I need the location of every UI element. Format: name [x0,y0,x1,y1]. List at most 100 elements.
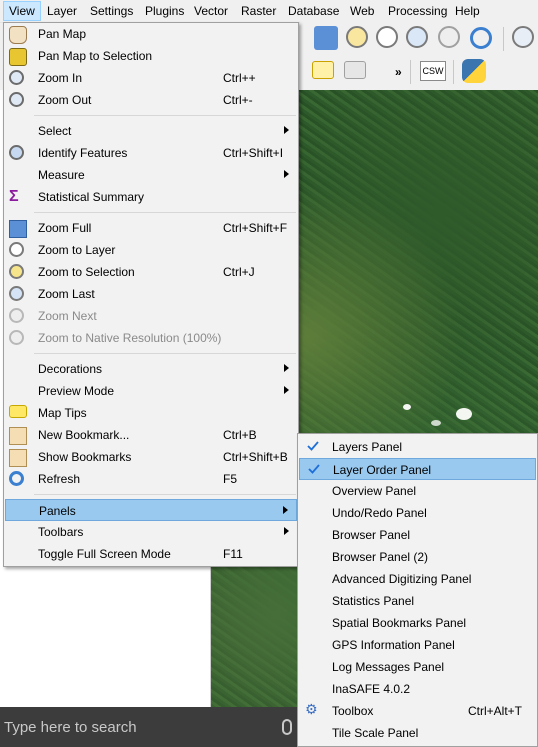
view-menu-item-label: Measure [38,168,85,182]
panels-menu-item-label: Undo/Redo Panel [332,506,427,520]
view-menu-item-select[interactable]: Select [5,120,297,142]
view-menu-item-measure[interactable]: Measure [5,164,297,186]
panels-menu-item-label: Statistics Panel [332,594,415,608]
menu-raster[interactable]: Raster [236,2,281,20]
microphone-icon[interactable] [282,719,292,735]
view-menu-item-label: Pan Map to Selection [38,49,153,63]
panels-menu-item-layers-panel[interactable]: Layers Panel [299,436,536,458]
csw-button[interactable]: CSW [420,61,446,81]
panels-menu-item-overview-panel[interactable]: Overview Panel [299,480,536,502]
menu-view[interactable]: View [3,1,41,21]
view-menu-item-statistical-summary[interactable]: Σ Statistical Summary [5,186,297,208]
view-menu-item-zoom-last[interactable]: Zoom Last [5,283,297,305]
taskbar-search[interactable]: Type here to search [0,707,300,747]
menu-layer[interactable]: Layer [42,2,82,20]
panels-menu-item-toolbox[interactable]: ⚙ Toolbox Ctrl+Alt+T [299,700,536,722]
panels-menu-item-label: InaSAFE 4.0.2 [332,682,411,696]
panels-menu-item-statistics-panel[interactable]: Statistics Panel [299,590,536,612]
menu-separator [34,115,296,116]
panels-menu-item-log-messages-panel[interactable]: Log Messages Panel [299,656,536,678]
submenu-arrow-icon [284,170,289,178]
panels-menu-item-gps-information-panel[interactable]: GPS Information Panel [299,634,536,656]
panels-menu-item-label: Toolbox [332,704,374,718]
menu-vector[interactable]: Vector [189,2,233,20]
zoom-in-icon [9,70,24,85]
pan-selection-icon [9,48,27,66]
menu-separator [34,353,296,354]
menu-processing[interactable]: Processing [383,2,452,20]
view-menu-item-label: Zoom Next [38,309,97,323]
panels-menu-item-undo-redo-panel[interactable]: Undo/Redo Panel [299,502,536,524]
view-menu-item-label: Zoom to Layer [38,243,116,257]
view-menu-item-label: Identify Features [38,146,128,160]
submenu-arrow-icon [284,364,289,372]
map-navigation-toolbar [300,22,538,56]
panels-menu-item-browser-panel-2[interactable]: Browser Panel (2) [299,546,536,568]
zoom-next-icon [9,308,24,323]
view-menu-item-label: Panels [39,504,76,518]
view-menu-item-label: Zoom Last [38,287,95,301]
menu-settings[interactable]: Settings [85,2,138,20]
view-menu-item-toggle-full-screen-mode[interactable]: Toggle Full Screen Mode F11 [5,543,297,565]
view-menu-item-identify-features[interactable]: Identify Features Ctrl+Shift+I [5,142,297,164]
zoom-native-icon [9,330,24,345]
view-menu-item-new-bookmark[interactable]: New Bookmark... Ctrl+B [5,424,297,446]
view-menu-item-label: Zoom In [38,71,83,85]
zoom-last-icon[interactable] [406,26,428,48]
view-menu-item-zoom-to-native-resolution-100[interactable]: Zoom to Native Resolution (100%) [5,327,297,349]
label-disabled-icon[interactable] [344,61,366,79]
view-menu-item-panels[interactable]: Panels [5,499,297,521]
view-menu-item-shortcut: Ctrl+Shift+B [223,450,288,464]
pan-hand-icon [9,26,27,44]
map-tips-icon [9,405,27,418]
panels-menu-item-advanced-digitizing-panel[interactable]: Advanced Digitizing Panel [299,568,536,590]
toolbar-separator [453,60,454,84]
zoom-layer-icon[interactable] [346,26,368,48]
toolbox-gear-icon: ⚙ [305,702,318,718]
zoom-selection-icon[interactable] [376,26,398,48]
label-icon[interactable] [312,61,334,79]
toolbar-overflow-icon[interactable]: » [395,65,402,79]
view-menu-item-pan-map[interactable]: Pan Map [5,23,297,45]
identify-icon[interactable] [512,26,534,48]
view-menu-item-label: Toolbars [38,525,84,539]
panels-menu-item-browser-panel[interactable]: Browser Panel [299,524,536,546]
view-menu-item-shortcut: F11 [223,547,243,561]
view-menu-item-zoom-in[interactable]: Zoom In Ctrl++ [5,67,297,89]
view-menu-item-zoom-full[interactable]: Zoom Full Ctrl+Shift+F [5,217,297,239]
view-menu-item-show-bookmarks[interactable]: Show Bookmarks Ctrl+Shift+B [5,446,297,468]
submenu-arrow-icon [283,506,288,514]
panels-menu-item-spatial-bookmarks-panel[interactable]: Spatial Bookmarks Panel [299,612,536,634]
view-menu-item-refresh[interactable]: Refresh F5 [5,468,297,490]
panels-menu-item-tile-scale-panel[interactable]: Tile Scale Panel [299,722,536,744]
refresh-icon[interactable] [470,27,492,49]
zoom-selection-icon [9,264,24,279]
panels-menu-item-inasafe-4-0-2[interactable]: InaSAFE 4.0.2 [299,678,536,700]
zoom-full-icon[interactable] [314,26,338,50]
taskbar-search-placeholder: Type here to search [4,719,137,736]
view-menu-item-zoom-to-layer[interactable]: Zoom to Layer [5,239,297,261]
zoom-layer-icon [9,242,24,257]
view-menu-item-pan-map-to-selection[interactable]: Pan Map to Selection [5,45,297,67]
view-menu-item-decorations[interactable]: Decorations [5,358,297,380]
view-menu-item-map-tips[interactable]: Map Tips [5,402,297,424]
view-menu-item-toolbars[interactable]: Toolbars [5,521,297,543]
menu-web[interactable]: Web [345,2,379,20]
panels-menu-item-layer-order-panel[interactable]: Layer Order Panel [299,458,536,480]
new-bookmark-icon [9,427,27,445]
menu-database[interactable]: Database [283,2,344,20]
view-menu-item-zoom-to-selection[interactable]: Zoom to Selection Ctrl+J [5,261,297,283]
menu-separator [34,494,296,495]
checkmark-icon [308,464,320,474]
submenu-arrow-icon [284,126,289,134]
zoom-next-icon[interactable] [438,26,460,48]
menu-help[interactable]: Help [450,2,485,20]
python-icon[interactable] [462,59,486,83]
menu-plugins[interactable]: Plugins [140,2,189,20]
panels-menu-item-label: Browser Panel [332,528,411,542]
view-menu-item-label: Select [38,124,72,138]
view-menu-item-zoom-out[interactable]: Zoom Out Ctrl+- [5,89,297,111]
view-menu-item-zoom-next[interactable]: Zoom Next [5,305,297,327]
view-menu-item-preview-mode[interactable]: Preview Mode [5,380,297,402]
cloud-patch [403,404,411,410]
